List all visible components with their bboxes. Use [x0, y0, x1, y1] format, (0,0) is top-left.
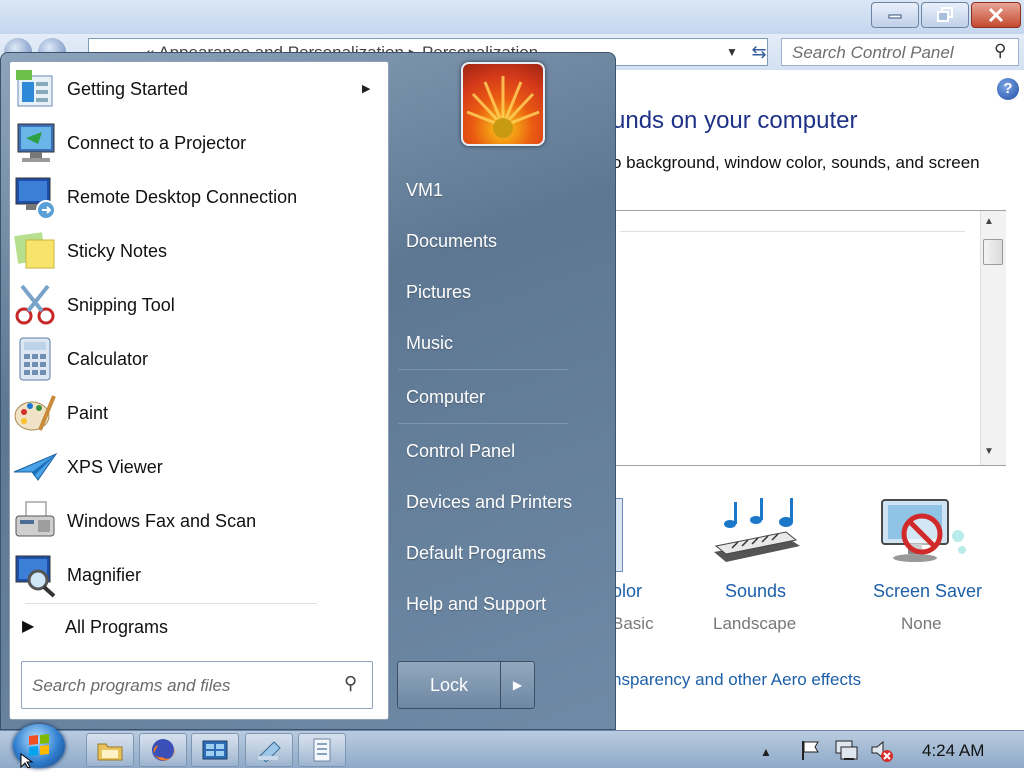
start-item-documents[interactable]: Documents: [406, 231, 497, 252]
screen-saver-value: None: [901, 614, 942, 633]
start-item-computer[interactable]: Computer: [406, 387, 485, 408]
sounds-icon[interactable]: [708, 494, 802, 570]
start-item-music[interactable]: Music: [406, 333, 453, 354]
program-connect-projector[interactable]: Connect to a Projector: [12, 117, 386, 169]
right-column-divider: [398, 369, 568, 370]
lock-button[interactable]: Lock: [397, 661, 501, 709]
program-getting-started[interactable]: Getting Started: [12, 63, 386, 115]
right-column-divider: [398, 423, 568, 424]
program-label: Remote Desktop Connection: [67, 186, 298, 207]
program-snipping-tool[interactable]: Snipping Tool: [12, 279, 386, 331]
chevron-right-icon: ▶: [512, 678, 523, 692]
sounds-value: Landscape: [713, 614, 797, 633]
projector-icon: [17, 123, 55, 162]
start-item-devices-printers[interactable]: Devices and Printers: [406, 492, 572, 513]
program-label: XPS Viewer: [67, 456, 163, 477]
sticky-notes-icon: [14, 232, 55, 269]
document-icon: [313, 738, 331, 762]
calculator-icon: [19, 337, 51, 381]
search-icon[interactable]: ⚲: [994, 41, 1006, 61]
lock-label: Lock: [429, 674, 469, 695]
taskbar-control-panel-button[interactable]: [191, 733, 239, 767]
all-programs-arrow-icon[interactable]: ▶: [22, 616, 34, 636]
program-remote-desktop[interactable]: Remote Desktop Connection: [12, 171, 386, 223]
shutdown-options-button[interactable]: ▶: [500, 661, 535, 709]
program-magnifier[interactable]: Magnifier: [12, 549, 386, 601]
start-item-user[interactable]: VM1: [406, 180, 443, 201]
program-fax-scan[interactable]: Windows Fax and Scan: [12, 495, 386, 547]
taskbar-explorer-button[interactable]: [86, 733, 134, 767]
program-label: Paint: [67, 402, 109, 423]
all-programs-button[interactable]: All Programs: [65, 617, 168, 638]
minimize-button[interactable]: [871, 2, 919, 28]
flower-icon: [466, 76, 540, 138]
control-panel-icon: [202, 740, 228, 760]
program-label: Windows Fax and Scan: [67, 510, 257, 531]
submenu-arrow-icon[interactable]: ▶: [362, 82, 370, 95]
minimize-icon: [888, 14, 902, 19]
close-icon: [988, 7, 1004, 23]
scroll-up-icon[interactable]: ▲: [984, 216, 994, 227]
help-icon[interactable]: ?: [997, 78, 1019, 100]
program-label: Getting Started: [67, 78, 189, 99]
program-label: Magnifier: [67, 564, 142, 585]
search-icon[interactable]: ⚲: [344, 673, 357, 694]
getting-started-icon: [16, 70, 53, 107]
program-calculator[interactable]: Calculator: [12, 333, 386, 385]
user-picture[interactable]: [461, 62, 545, 146]
file-explorer-icon: [97, 743, 123, 761]
xps-viewer-icon: [13, 452, 58, 481]
taskbar-notepad-button[interactable]: [245, 733, 293, 767]
scrollbar-thumb[interactable]: [983, 239, 1003, 265]
program-label: Calculator: [67, 348, 149, 369]
program-sticky-notes[interactable]: Sticky Notes: [12, 225, 386, 277]
page-description: o background, window color, sounds, and …: [612, 153, 980, 172]
start-item-control-panel[interactable]: Control Panel: [406, 441, 515, 462]
program-label: Connect to a Projector: [67, 132, 247, 153]
programs-divider: [25, 603, 317, 604]
start-item-default-programs[interactable]: Default Programs: [406, 543, 546, 564]
taskbar-document-button[interactable]: [298, 733, 346, 767]
refresh-icon[interactable]: ⇆: [746, 38, 772, 66]
start-search-placeholder: Search programs and files: [32, 676, 231, 695]
address-dropdown-icon[interactable]: ▼: [722, 40, 742, 64]
magnifier-icon: [15, 555, 56, 598]
notepad-icon: [258, 741, 281, 762]
sounds-link[interactable]: Sounds: [725, 581, 786, 602]
window-color-value: Basic: [612, 614, 654, 633]
mouse-cursor-icon: [20, 753, 34, 768]
show-hidden-icons-icon[interactable]: ▲: [760, 745, 772, 759]
program-paint[interactable]: Paint: [12, 387, 386, 439]
paint-icon: [14, 395, 56, 431]
volume-muted-icon[interactable]: [869, 738, 895, 764]
clock[interactable]: 4:24 AM: [922, 741, 984, 761]
program-label: Snipping Tool: [67, 294, 175, 315]
screen-saver-icon[interactable]: [878, 496, 970, 572]
firefox-icon: [152, 739, 175, 761]
page-title: unds on your computer: [612, 107, 858, 134]
program-label: Sticky Notes: [67, 240, 168, 261]
action-center-flag-icon[interactable]: [798, 738, 822, 762]
close-button[interactable]: [971, 2, 1021, 28]
control-panel-search-placeholder: Search Control Panel: [792, 43, 954, 62]
restore-button[interactable]: [921, 2, 969, 28]
restore-icon: [937, 7, 953, 22]
theme-list[interactable]: [612, 210, 1006, 466]
start-item-help-support[interactable]: Help and Support: [406, 594, 546, 615]
screen-saver-link[interactable]: Screen Saver: [873, 581, 982, 602]
program-xps-viewer[interactable]: XPS Viewer: [12, 441, 386, 493]
theme-list-divider: [620, 231, 965, 232]
fax-scan-icon: [15, 501, 55, 537]
snipping-tool-icon: [15, 284, 55, 325]
scroll-down-icon[interactable]: ▼: [984, 446, 994, 457]
remote-desktop-icon: [15, 177, 56, 220]
aero-effects-link[interactable]: nsparency and other Aero effects: [612, 670, 861, 690]
taskbar-firefox-button[interactable]: [139, 733, 187, 767]
start-item-pictures[interactable]: Pictures: [406, 282, 471, 303]
network-icon[interactable]: [833, 737, 859, 763]
window-color-link[interactable]: olor: [612, 581, 642, 602]
